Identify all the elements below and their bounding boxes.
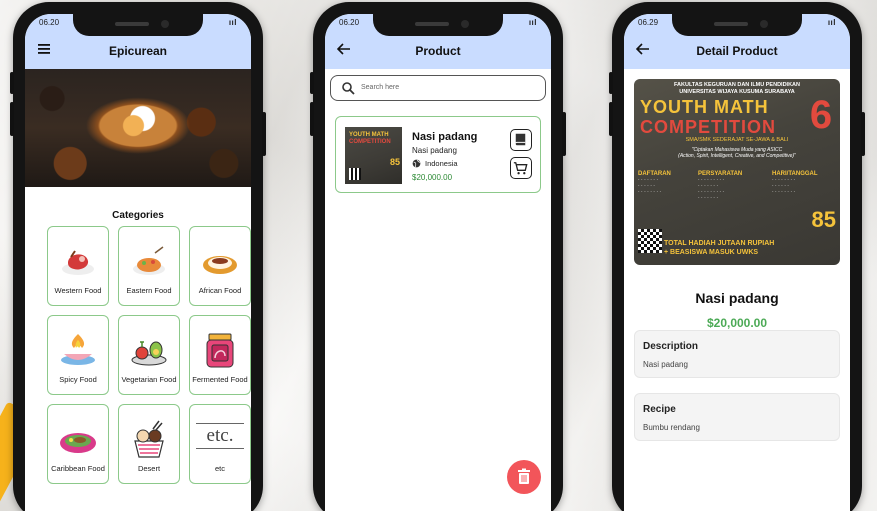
book-button[interactable] [510,129,532,151]
page-title: Product [415,44,461,58]
fried-rice-icon [133,246,165,275]
status-signal: ııl [228,18,237,27]
notch [73,14,203,36]
category-label: Vegetarian Food [121,375,177,384]
product-thumbnail: YOUTH MATH COMPETITION 85 [345,127,402,184]
search-placeholder: Search here [361,84,400,91]
phone-side-button [10,102,14,136]
description-value: Nasi padang [643,360,688,369]
category-label: Eastern Food [126,286,172,295]
poster-prize-line1: TOTAL HADIAH JUTAAN RUPIAH [664,240,775,247]
poster-column: PERSYARATAN · · · · · · · · · · · · · · · … [698,171,743,201]
poster-prize: TOTAL HADIAH JUTAAN RUPIAH + BEASISWA MA… [664,239,774,257]
screen-product: 06.20 ııl Product Search here YOUTH MATH… [325,14,551,511]
poster-title-line1: YOUTH MATH [640,97,769,117]
phone-side-button [10,72,14,94]
category-vegetarian-food[interactable]: Vegetarian Food [118,315,180,395]
phone-side-button [609,102,613,136]
poster-edition: 6 [809,93,833,137]
poster-quote: "Ciptakan Mahasiswa Muda yang ASICC (Act… [678,147,796,159]
poster-qr-code [638,229,662,253]
page-title: Detail Product [696,44,778,58]
product-description: Nasi padang [412,146,457,155]
cart-icon [513,162,528,175]
dessert-icon [134,420,164,458]
category-label: African Food [198,286,242,295]
category-fermented-food[interactable]: Fermented Food [189,315,251,395]
steak-icon [62,250,94,275]
category-spicy-food[interactable]: Spicy Food [47,315,109,395]
category-african-food[interactable]: African Food [189,226,251,306]
spicy-bowl-icon [61,334,95,365]
detail-product-price: $20,000.00 [706,316,768,330]
delete-button[interactable] [507,460,541,494]
poster-prize-line2: + BEASISWA MASUK UWKS [664,249,759,256]
phone-product: 06.20 ııl Product Search here YOUTH MATH… [310,2,566,511]
search-icon [342,82,355,95]
detail-product-name: Nasi padang [695,290,779,306]
category-western-food[interactable]: Western Food [47,226,109,306]
category-desert[interactable]: Desert [118,404,180,484]
trash-icon [518,468,530,484]
phone-side-button [609,72,613,94]
recipe-value: Bumbu rendang [643,423,700,432]
phone-side-button [262,112,266,156]
description-card: Description Nasi padang [634,330,840,378]
search-input[interactable]: Search here [330,75,546,101]
status-time: 06.20 [339,18,360,27]
category-label: Western Food [54,286,102,295]
status-signal: ııl [528,18,537,27]
screen-detail: 06.29 ııl Detail Product FAKULTAS KEGURU… [624,14,850,511]
phone-side-button [562,112,566,156]
category-label: Caribbean Food [51,464,105,473]
status-time: 06.29 [638,18,659,27]
phone-side-button [861,112,865,156]
product-image-poster: FAKULTAS KEGURUAN DAN ILMU PENDIDIKAN UN… [634,79,840,265]
book-icon [515,133,526,146]
phone-side-button [310,102,314,136]
african-dish-icon [203,256,237,274]
category-label: Fermented Food [192,375,248,384]
description-label: Description [643,341,699,352]
poster-column: HARI/TANGGAL · · · · · · · · · · · · · · · … [772,171,818,195]
product-card[interactable]: YOUTH MATH COMPETITION 85 Nasi padang Na… [335,116,541,193]
category-eastern-food[interactable]: Eastern Food [118,226,180,306]
notch [672,14,802,36]
recipe-label: Recipe [643,404,676,415]
recipe-card: Recipe Bumbu rendang [634,393,840,441]
add-to-cart-button[interactable] [510,157,532,179]
poster-title-line2: COMPETITION [640,117,776,137]
globe-icon [412,159,421,168]
etc-logo: etc. [196,423,244,449]
category-etc[interactable]: etc. etc [189,404,251,484]
poster-col3-title: HARI/TANGGAL [772,171,818,177]
caribbean-dish-icon [60,433,96,453]
phone-detail: 06.29 ııl Detail Product FAKULTAS KEGURU… [609,2,865,511]
product-name: Nasi padang [412,131,478,143]
poster-big-number: 85 [811,207,836,232]
product-origin-text: Indonesia [425,159,458,168]
category-label: Desert [137,464,161,473]
category-label: etc [214,464,225,473]
phone-side-button [310,72,314,94]
categories-title: Categories [112,210,164,221]
notch [373,14,503,36]
status-signal: ııl [827,18,836,27]
status-time: 06.20 [39,18,60,27]
phone-home: 06.20 ııl Epicurean Categories Western F… [10,2,266,511]
vegetable-plate-icon [131,341,167,366]
category-label: Spicy Food [59,375,97,384]
product-price: $20,000.00 [412,173,453,182]
poster-subtitle: SMA/SMK SEDERAJAT SE-JAWA & BALI [685,137,789,143]
page-title: Epicurean [108,44,168,58]
fermented-jar-icon [206,333,234,368]
poster-column: DAFTARAN · · · · · · · · · · · · · · · · · … [638,171,671,195]
poster-col2-title: PERSYARATAN [698,171,743,177]
product-origin: Indonesia [412,159,458,168]
poster-col1-title: DAFTARAN [638,171,671,177]
hero-food-image [25,69,251,187]
category-caribbean-food[interactable]: Caribbean Food [47,404,109,484]
screen-home: 06.20 ııl Epicurean Categories Western F… [25,14,251,511]
